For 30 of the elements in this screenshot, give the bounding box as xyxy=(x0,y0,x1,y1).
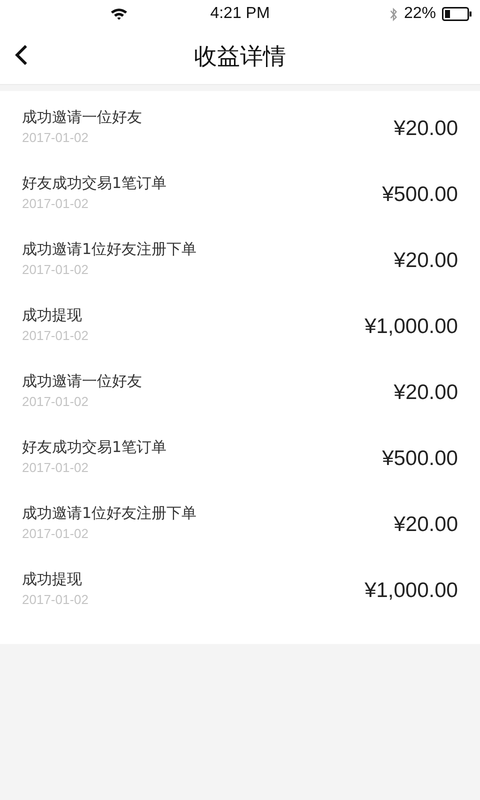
record-title: 成功邀请1位好友注册下单 xyxy=(22,504,197,522)
battery-percent: 22% xyxy=(404,5,436,23)
record-title: 成功邀请一位好友 xyxy=(22,372,142,390)
wifi-icon xyxy=(110,7,128,21)
record-date: 2017-01-02 xyxy=(22,592,88,606)
record-title: 成功邀请一位好友 xyxy=(22,108,142,126)
record-date: 2017-01-02 xyxy=(22,130,90,144)
record-title: 好友成功交易1笔订单 xyxy=(22,174,167,192)
status-time: 4:21 PM xyxy=(210,5,270,23)
bluetooth-icon xyxy=(388,6,398,22)
record-amount: ¥20.00 xyxy=(394,513,458,537)
record-amount: ¥1,000.00 xyxy=(364,315,458,339)
record-title: 好友成功交易1笔订单 xyxy=(22,438,167,456)
record-date: 2017-01-02 xyxy=(22,394,90,408)
record-amount: ¥20.00 xyxy=(394,381,458,405)
record-title: 成功提现 xyxy=(22,570,83,588)
battery-icon xyxy=(442,7,472,21)
record-amount: ¥1,000.00 xyxy=(364,579,458,603)
page-title: 收益详情 xyxy=(194,42,286,72)
record-title: 成功提现 xyxy=(22,306,83,324)
record-title: 成功邀请1位好友注册下单 xyxy=(22,240,197,258)
record-date: 2017-01-02 xyxy=(22,328,88,342)
record-amount: ¥20.00 xyxy=(394,249,458,273)
record-amount: ¥500.00 xyxy=(382,183,458,207)
record-date: 2017-01-02 xyxy=(22,460,90,474)
record-date: 2017-01-02 xyxy=(22,262,90,276)
record-amount: ¥20.00 xyxy=(394,117,458,141)
record-date: 2017-01-02 xyxy=(22,526,90,540)
record-date: 2017-01-02 xyxy=(22,196,90,210)
record-amount: ¥500.00 xyxy=(382,447,458,471)
